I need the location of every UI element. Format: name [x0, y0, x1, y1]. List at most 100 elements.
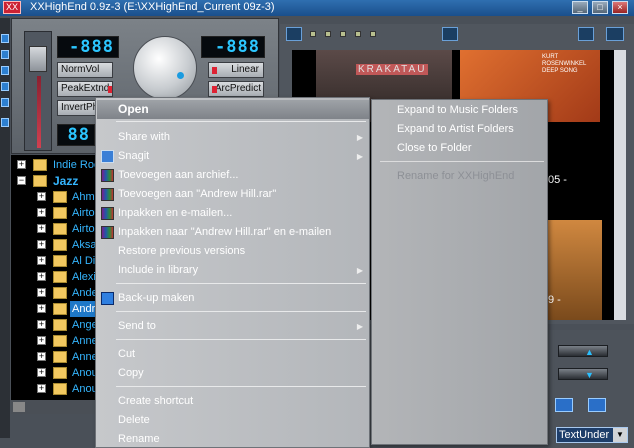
expand-icon[interactable]: + [37, 224, 46, 233]
menu-item-include-library[interactable]: Include in library ▶ [97, 261, 369, 280]
collapse-icon[interactable]: − [17, 176, 26, 185]
menu-item-snagit[interactable]: Snagit ▶ [97, 147, 369, 166]
tree-item[interactable]: + Anouk [11, 381, 103, 397]
tree-item[interactable]: + Angela Hewitt [11, 317, 140, 333]
tree-horizontal-scrollbar[interactable] [11, 400, 97, 414]
filter-dot-icon[interactable] [355, 31, 361, 37]
tree-item-selected[interactable]: + Andrew Hill [11, 301, 130, 317]
monitor-icon[interactable] [606, 27, 624, 41]
mode-icon[interactable] [555, 398, 573, 412]
menu-item-copy[interactable]: Copy [97, 364, 369, 383]
menu-item-label: Create shortcut [118, 395, 194, 407]
menu-item-open[interactable]: Open [97, 100, 369, 119]
strip-button-icon[interactable] [1, 50, 9, 59]
shuffle-icon[interactable] [578, 27, 594, 41]
tree-item[interactable]: + Anne Sofie [11, 333, 126, 349]
menu-item-close-folder[interactable]: Close to Folder [373, 139, 547, 158]
fader-knob[interactable] [29, 46, 47, 72]
menu-item-label: Expand to Artist Folders [397, 123, 514, 135]
volume-dial[interactable] [133, 36, 197, 100]
expand-icon[interactable]: + [37, 288, 46, 297]
strip-button-icon[interactable] [1, 82, 9, 91]
linear-led [212, 67, 217, 74]
expand-icon[interactable]: + [37, 336, 46, 345]
menu-item-rename[interactable]: Rename [97, 430, 369, 448]
winrar-icon [101, 207, 114, 220]
scroll-up-button[interactable]: ▲ [558, 345, 608, 357]
tree-item[interactable]: + Anouar Brahem [11, 365, 149, 381]
album-label: 9 - [548, 294, 561, 306]
left-button-strip [0, 18, 10, 438]
menu-item-delete[interactable]: Delete [97, 411, 369, 430]
expand-icon[interactable]: + [37, 208, 46, 217]
expand-icon[interactable]: + [37, 368, 46, 377]
filter-dot-icon[interactable] [310, 31, 316, 37]
view-mode-select[interactable]: TextUnder ▼ [556, 427, 628, 443]
expand-icon[interactable]: + [37, 384, 46, 393]
menu-item-cut[interactable]: Cut [97, 345, 369, 364]
menu-item-restore-previous[interactable]: Restore previous versions [97, 242, 369, 261]
filter-dot-icon[interactable] [325, 31, 331, 37]
folder-icon [53, 335, 67, 347]
expand-icon[interactable]: + [37, 240, 46, 249]
mode-icon[interactable] [588, 398, 606, 412]
tree-item[interactable]: + Annette Peacock [11, 349, 155, 365]
tree-item[interactable]: + Ahmad Jamal [11, 189, 139, 205]
linear-button[interactable]: Linear [208, 62, 264, 78]
expand-icon[interactable]: + [37, 304, 46, 313]
menu-item-label: Send to [118, 320, 156, 332]
menu-item-compress-email[interactable]: Inpakken en e-mailen... [97, 204, 369, 223]
expand-icon[interactable]: + [37, 192, 46, 201]
menu-item-create-shortcut[interactable]: Create shortcut [97, 392, 369, 411]
folder-icon [33, 159, 47, 171]
menu-item-label: Close to Folder [397, 142, 472, 154]
album-title-text: DEEP SONG [542, 68, 578, 74]
tree-item[interactable]: + Aksak Maboul [11, 237, 141, 253]
invertph-button[interactable]: InvertPh [57, 100, 97, 116]
filter-dot-icon[interactable] [340, 31, 346, 37]
arcpredict-button[interactable]: ArcPredict [208, 81, 264, 97]
tree-item[interactable]: + Al Di Meola [11, 253, 128, 269]
strip-button-icon[interactable] [1, 118, 9, 127]
menu-item-expand-music[interactable]: Expand to Music Folders [373, 101, 547, 120]
menu-item-share-with[interactable]: Share with ▶ [97, 128, 369, 147]
tree-item[interactable]: − Jazz [11, 173, 97, 189]
tree-item[interactable]: + Indie Rock [11, 157, 105, 173]
expand-icon[interactable]: + [17, 160, 26, 169]
submenu-arrow-icon: ▶ [356, 152, 363, 161]
dropdown-arrow-icon[interactable]: ▼ [613, 428, 627, 442]
volume-fader[interactable] [24, 31, 52, 151]
tree-item[interactable]: + Airto Moreira [11, 205, 135, 221]
menu-item-add-to-rar[interactable]: Toevoegen aan "Andrew Hill.rar" [97, 185, 369, 204]
close-icon[interactable]: × [612, 1, 628, 14]
arcpredict-label: ArcPredict [214, 83, 261, 94]
expand-icon[interactable]: + [37, 272, 46, 281]
minimize-icon[interactable]: _ [572, 1, 588, 14]
album-vertical-scrollbar[interactable] [614, 50, 626, 320]
menu-item-backup[interactable]: Back-up maken [97, 289, 369, 308]
menu-item-expand-artist[interactable]: Expand to Artist Folders [373, 120, 547, 139]
scroll-down-button[interactable]: ▼ [558, 368, 608, 380]
menu-item-send-to[interactable]: Send to ▶ [97, 317, 369, 336]
menu-item-compress-rar-email[interactable]: Inpakken naar "Andrew Hill.rar" en e-mai… [97, 223, 369, 242]
left-lcd-display: -888 [57, 36, 119, 58]
strip-button-icon[interactable] [1, 34, 9, 43]
list-view-icon[interactable] [442, 27, 458, 41]
expand-icon[interactable]: + [37, 320, 46, 329]
tree-item[interactable]: + Anders Jormin [11, 285, 143, 301]
peakextnd-button[interactable]: PeakExtnd [57, 81, 113, 97]
scroll-left-icon[interactable] [13, 402, 25, 412]
tree-item[interactable]: + Alexis Cuadrado [11, 269, 153, 285]
filter-dot-icon[interactable] [370, 31, 376, 37]
tree-item[interactable]: + Airto & Flora [11, 221, 133, 237]
expand-icon[interactable]: + [37, 352, 46, 361]
expand-icon[interactable]: + [37, 256, 46, 265]
normvol-button[interactable]: NormVol [57, 62, 113, 78]
album-cover-title: KRAKATAU [356, 64, 429, 75]
maximize-icon[interactable]: □ [592, 1, 608, 14]
folder-tree[interactable]: + Indie Rock − Jazz + Ahmad Jamal + Airt… [11, 155, 155, 400]
view-toggle-icon[interactable] [286, 27, 302, 41]
strip-button-icon[interactable] [1, 66, 9, 75]
menu-item-add-to-archive[interactable]: Toevoegen aan archief... [97, 166, 369, 185]
strip-button-icon[interactable] [1, 98, 9, 107]
